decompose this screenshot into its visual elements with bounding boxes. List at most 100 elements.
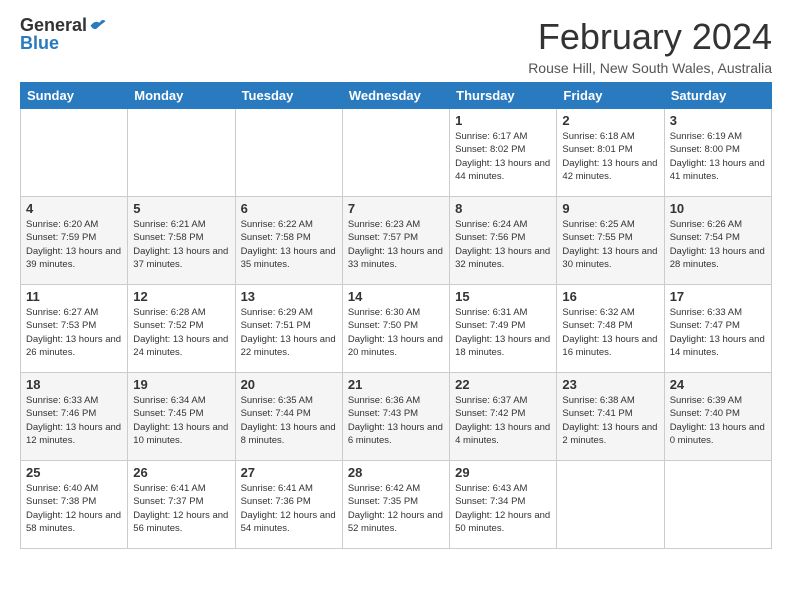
day-info: Sunrise: 6:41 AM Sunset: 7:37 PM Dayligh… (133, 482, 229, 535)
day-number: 10 (670, 201, 766, 216)
day-number: 28 (348, 465, 444, 480)
day-info: Sunrise: 6:20 AM Sunset: 7:59 PM Dayligh… (26, 218, 122, 271)
logo-general: General (20, 16, 87, 34)
day-info: Sunrise: 6:19 AM Sunset: 8:00 PM Dayligh… (670, 130, 766, 183)
calendar-cell: 21 Sunrise: 6:36 AM Sunset: 7:43 PM Dayli… (342, 373, 449, 461)
weekday-header-friday: Friday (557, 83, 664, 109)
day-info: Sunrise: 6:29 AM Sunset: 7:51 PM Dayligh… (241, 306, 337, 359)
weekday-header-tuesday: Tuesday (235, 83, 342, 109)
calendar-cell: 6 Sunrise: 6:22 AM Sunset: 7:58 PM Daylig… (235, 197, 342, 285)
day-info: Sunrise: 6:26 AM Sunset: 7:54 PM Dayligh… (670, 218, 766, 271)
day-number: 6 (241, 201, 337, 216)
day-info: Sunrise: 6:23 AM Sunset: 7:57 PM Dayligh… (348, 218, 444, 271)
calendar-cell: 5Sunrise: 6:21 AM Sunset: 7:58 PM Daylig… (128, 197, 235, 285)
title-block: February 2024 Rouse Hill, New South Wale… (528, 16, 772, 76)
calendar-week-row: 18 Sunrise: 6:33 AM Sunset: 7:46 PM Dayli… (21, 373, 772, 461)
day-number: 20 (241, 377, 337, 392)
calendar-cell: 10 Sunrise: 6:26 AM Sunset: 7:54 PM Dayli… (664, 197, 771, 285)
calendar-cell: 28 Sunrise: 6:42 AM Sunset: 7:35 PM Dayli… (342, 461, 449, 549)
day-number: 29 (455, 465, 551, 480)
day-info: Sunrise: 6:43 AM Sunset: 7:34 PM Dayligh… (455, 482, 551, 535)
calendar-cell: 3 Sunrise: 6:19 AM Sunset: 8:00 PM Daylig… (664, 109, 771, 197)
calendar-cell: 8Sunrise: 6:24 AM Sunset: 7:56 PM Daylig… (450, 197, 557, 285)
calendar-cell: 9 Sunrise: 6:25 AM Sunset: 7:55 PM Daylig… (557, 197, 664, 285)
calendar-cell: 19Sunrise: 6:34 AM Sunset: 7:45 PM Dayli… (128, 373, 235, 461)
calendar-week-row: 25Sunrise: 6:40 AM Sunset: 7:38 PM Dayli… (21, 461, 772, 549)
day-info: Sunrise: 6:35 AM Sunset: 7:44 PM Dayligh… (241, 394, 337, 447)
logo-bird-icon (89, 18, 107, 32)
day-number: 9 (562, 201, 658, 216)
day-info: Sunrise: 6:31 AM Sunset: 7:49 PM Dayligh… (455, 306, 551, 359)
calendar-cell: 20 Sunrise: 6:35 AM Sunset: 7:44 PM Dayli… (235, 373, 342, 461)
day-number: 24 (670, 377, 766, 392)
calendar-cell: 26 Sunrise: 6:41 AM Sunset: 7:37 PM Dayli… (128, 461, 235, 549)
calendar-cell (128, 109, 235, 197)
weekday-header-wednesday: Wednesday (342, 83, 449, 109)
title-location: Rouse Hill, New South Wales, Australia (528, 60, 772, 76)
day-info: Sunrise: 6:32 AM Sunset: 7:48 PM Dayligh… (562, 306, 658, 359)
day-number: 2 (562, 113, 658, 128)
calendar-cell: 22 Sunrise: 6:37 AM Sunset: 7:42 PM Dayli… (450, 373, 557, 461)
day-info: Sunrise: 6:25 AM Sunset: 7:55 PM Dayligh… (562, 218, 658, 271)
calendar-cell (557, 461, 664, 549)
calendar-cell: 2Sunrise: 6:18 AM Sunset: 8:01 PM Daylig… (557, 109, 664, 197)
day-number: 7 (348, 201, 444, 216)
calendar-cell: 18 Sunrise: 6:33 AM Sunset: 7:46 PM Dayli… (21, 373, 128, 461)
calendar-cell: 4 Sunrise: 6:20 AM Sunset: 7:59 PM Daylig… (21, 197, 128, 285)
day-info: Sunrise: 6:34 AM Sunset: 7:45 PM Dayligh… (133, 394, 229, 447)
logo: General Blue (20, 16, 107, 52)
day-number: 16 (562, 289, 658, 304)
day-number: 18 (26, 377, 122, 392)
day-info: Sunrise: 6:17 AM Sunset: 8:02 PM Dayligh… (455, 130, 551, 183)
day-number: 3 (670, 113, 766, 128)
calendar-cell: 27 Sunrise: 6:41 AM Sunset: 7:36 PM Dayli… (235, 461, 342, 549)
calendar-cell: 7 Sunrise: 6:23 AM Sunset: 7:57 PM Daylig… (342, 197, 449, 285)
day-number: 14 (348, 289, 444, 304)
weekday-header-thursday: Thursday (450, 83, 557, 109)
day-number: 21 (348, 377, 444, 392)
day-number: 26 (133, 465, 229, 480)
calendar-cell (342, 109, 449, 197)
calendar-cell: 23 Sunrise: 6:38 AM Sunset: 7:41 PM Dayli… (557, 373, 664, 461)
calendar-week-row: 1 Sunrise: 6:17 AM Sunset: 8:02 PM Daylig… (21, 109, 772, 197)
day-number: 12 (133, 289, 229, 304)
day-number: 4 (26, 201, 122, 216)
logo-blue: Blue (20, 34, 107, 52)
day-info: Sunrise: 6:24 AM Sunset: 7:56 PM Dayligh… (455, 218, 551, 271)
day-info: Sunrise: 6:27 AM Sunset: 7:53 PM Dayligh… (26, 306, 122, 359)
day-number: 17 (670, 289, 766, 304)
day-number: 22 (455, 377, 551, 392)
weekday-header-sunday: Sunday (21, 83, 128, 109)
day-info: Sunrise: 6:41 AM Sunset: 7:36 PM Dayligh… (241, 482, 337, 535)
day-info: Sunrise: 6:36 AM Sunset: 7:43 PM Dayligh… (348, 394, 444, 447)
calendar-cell: 17 Sunrise: 6:33 AM Sunset: 7:47 PM Dayli… (664, 285, 771, 373)
day-info: Sunrise: 6:38 AM Sunset: 7:41 PM Dayligh… (562, 394, 658, 447)
day-number: 13 (241, 289, 337, 304)
day-info: Sunrise: 6:40 AM Sunset: 7:38 PM Dayligh… (26, 482, 122, 535)
day-info: Sunrise: 6:30 AM Sunset: 7:50 PM Dayligh… (348, 306, 444, 359)
calendar-cell: 13 Sunrise: 6:29 AM Sunset: 7:51 PM Dayli… (235, 285, 342, 373)
day-number: 1 (455, 113, 551, 128)
day-info: Sunrise: 6:37 AM Sunset: 7:42 PM Dayligh… (455, 394, 551, 447)
day-info: Sunrise: 6:33 AM Sunset: 7:47 PM Dayligh… (670, 306, 766, 359)
calendar-week-row: 4 Sunrise: 6:20 AM Sunset: 7:59 PM Daylig… (21, 197, 772, 285)
day-info: Sunrise: 6:22 AM Sunset: 7:58 PM Dayligh… (241, 218, 337, 271)
calendar-cell: 25Sunrise: 6:40 AM Sunset: 7:38 PM Dayli… (21, 461, 128, 549)
day-number: 11 (26, 289, 122, 304)
day-info: Sunrise: 6:21 AM Sunset: 7:58 PM Dayligh… (133, 218, 229, 271)
header: General Blue February 2024 Rouse Hill, N… (20, 16, 772, 76)
title-month-year: February 2024 (528, 16, 772, 58)
calendar-header-row: SundayMondayTuesdayWednesdayThursdayFrid… (21, 83, 772, 109)
day-number: 23 (562, 377, 658, 392)
calendar-week-row: 11 Sunrise: 6:27 AM Sunset: 7:53 PM Dayli… (21, 285, 772, 373)
calendar-cell: 16 Sunrise: 6:32 AM Sunset: 7:48 PM Dayli… (557, 285, 664, 373)
day-info: Sunrise: 6:33 AM Sunset: 7:46 PM Dayligh… (26, 394, 122, 447)
day-number: 27 (241, 465, 337, 480)
day-info: Sunrise: 6:42 AM Sunset: 7:35 PM Dayligh… (348, 482, 444, 535)
calendar-cell (21, 109, 128, 197)
day-info: Sunrise: 6:39 AM Sunset: 7:40 PM Dayligh… (670, 394, 766, 447)
calendar-cell: 14 Sunrise: 6:30 AM Sunset: 7:50 PM Dayli… (342, 285, 449, 373)
calendar-cell: 29 Sunrise: 6:43 AM Sunset: 7:34 PM Dayli… (450, 461, 557, 549)
calendar-table: SundayMondayTuesdayWednesdayThursdayFrid… (20, 82, 772, 549)
calendar-cell: 15Sunrise: 6:31 AM Sunset: 7:49 PM Dayli… (450, 285, 557, 373)
